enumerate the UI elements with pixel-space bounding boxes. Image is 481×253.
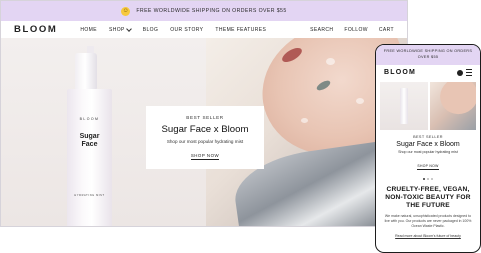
announcement-text: FREE WORLDWIDE SHIPPING ON ORDERS OVER $… [136,8,287,14]
mobile-hero-images [380,82,476,130]
mobile-shop-now-link[interactable]: SHOP NOW [417,164,439,170]
mobile-product-bottle [400,88,408,124]
bottle-name-line1: Sugar [79,133,100,140]
nav-menu: HOME SHOP BLOG OUR STORY THEME FEATURES [80,25,310,33]
mobile-logo[interactable]: BLOOM [384,69,416,76]
nav-link-theme-features[interactable]: THEME FEATURES [215,27,266,33]
read-more-suffix: about Bloom's future of beauty [412,234,461,238]
light-spot [326,58,335,65]
nav-link-shop[interactable]: SHOP [108,25,132,33]
smile-emoji-icon: ☺ [121,6,131,16]
nav-link-home[interactable]: HOME [80,27,97,33]
mobile-model-face [434,82,476,120]
mobile-nav-icons [457,69,472,76]
light-spot [301,118,308,123]
search-icon[interactable] [457,69,463,76]
nav-link-blog[interactable]: BLOG [143,27,159,33]
site-logo[interactable]: BLOOM [14,24,57,35]
bottle-name-line2: Face [81,141,98,148]
carousel-dot[interactable] [431,178,433,180]
shop-now-link[interactable]: SHOP NOW [190,153,220,160]
mobile-read-more: Read more about Bloom's future of beauty [376,234,480,238]
mobile-section-body: We make natural, unsophisticated product… [384,214,472,228]
chevron-down-icon [125,25,132,32]
mobile-model-photo [430,82,476,130]
desktop-preview: ☺ FREE WORLDWIDE SHIPPING ON ORDERS OVER… [0,0,408,227]
bottle-type-text: HYDRATING MIST [74,194,105,197]
light-spot [356,98,364,104]
announcement-bar: ☺ FREE WORLDWIDE SHIPPING ON ORDERS OVER… [1,1,407,21]
main-nav: BLOOM HOME SHOP BLOG OUR STORY THEME FEA… [1,21,407,38]
nav-link-cart[interactable]: CART [379,27,394,33]
mobile-announcement-bar: FREE WORLDWIDE SHIPPING ON ORDERS OVER $… [376,45,480,65]
carousel-dots [376,178,480,180]
hero-card: BEST SELLER Sugar Face x Bloom Shop our … [146,106,264,169]
hero-title: Sugar Face x Bloom [161,124,249,135]
hero-subtitle: Shop our most popular hydrating mist [166,139,244,144]
nav-link-search[interactable]: SEARCH [310,27,333,33]
mobile-preview: FREE WORLDWIDE SHIPPING ON ORDERS OVER $… [375,44,481,253]
carousel-dot[interactable] [427,178,429,180]
bottle-cap [75,53,97,89]
product-bottle: BLOOM Sugar Face HYDRATING MIST [67,89,112,226]
nav-link-follow[interactable]: FOLLOW [344,27,368,33]
mobile-product-image [380,82,428,130]
mobile-nav: BLOOM [376,65,480,80]
mobile-hero-title: Sugar Face x Bloom [396,141,460,148]
hero-banner: BLOOM Sugar Face HYDRATING MIST BEST SEL… [1,38,407,226]
nav-link-shop-label: SHOP [108,26,125,33]
read-more-link[interactable]: Read more [395,234,412,238]
nav-utility-links: SEARCH FOLLOW CART [310,27,394,33]
mobile-hero-card: BEST SELLER Sugar Face x Bloom Shop our … [376,135,480,172]
hero-eyebrow: BEST SELLER [186,115,224,120]
carousel-dot[interactable] [423,178,425,180]
mobile-hero-subtitle: Shop our most popular hydrating mist [398,150,458,154]
bottle-product-name: Sugar Face [67,133,112,149]
mobile-section-heading: CRUELTY-FREE, VEGAN, NON-TOXIC BEAUTY FO… [385,186,471,209]
menu-icon[interactable] [466,69,472,76]
nav-link-our-story[interactable]: OUR STORY [170,27,203,33]
mobile-hero-eyebrow: BEST SELLER [413,135,443,139]
bottle-brand-text: BLOOM [79,117,100,121]
